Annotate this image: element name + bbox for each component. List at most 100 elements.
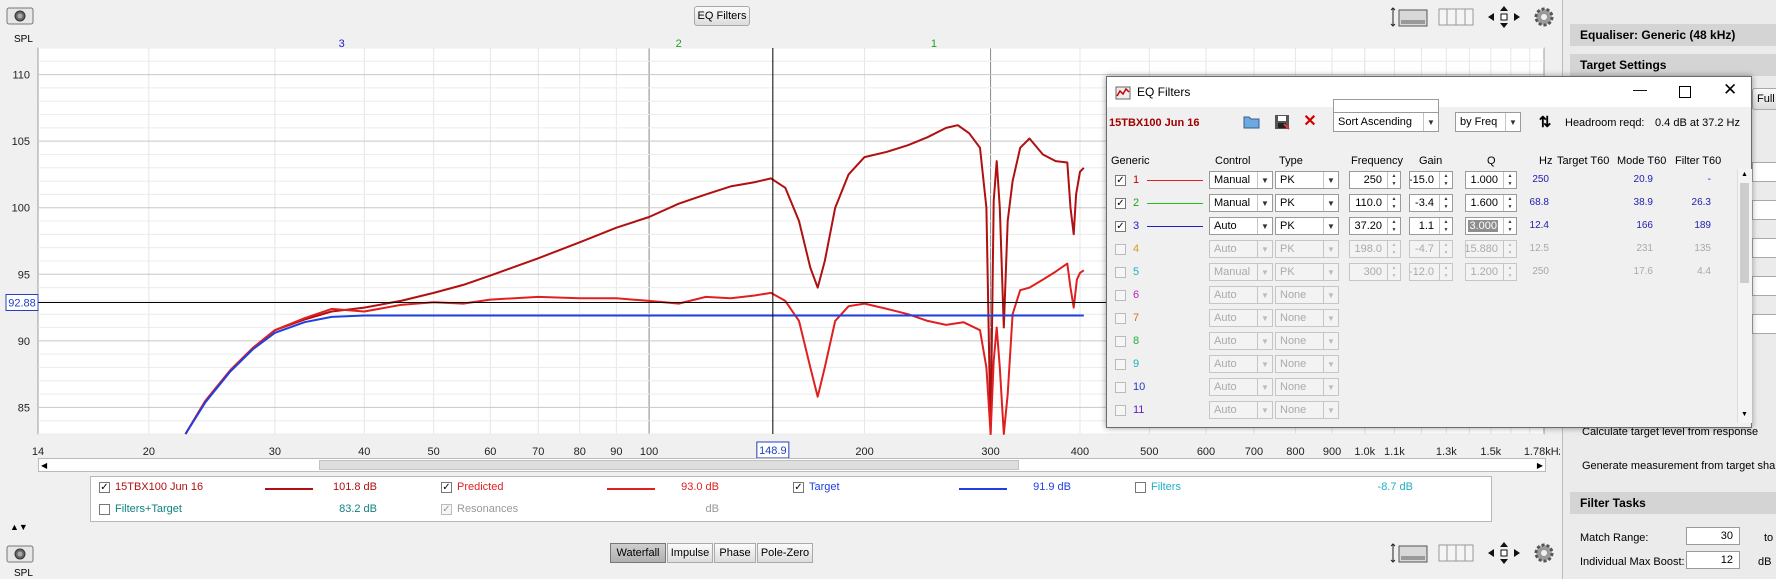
filter-frequency-input[interactable]: 110.0 ▲ ▼ (1349, 194, 1401, 212)
layout-columns-icon-bottom[interactable] (1438, 541, 1474, 565)
scroll-right-arrow[interactable]: ▶ (1537, 461, 1543, 470)
legend-checkbox[interactable] (99, 504, 110, 515)
filter-control-dropdown[interactable]: Auto ▼ (1209, 355, 1273, 373)
maximize-icon[interactable] (1679, 86, 1691, 98)
scroll-up-arrow[interactable]: ▲ (1741, 171, 1748, 178)
gear-icon[interactable] (1532, 5, 1556, 29)
sort-order-dropdown[interactable]: Sort Ascending ▼ (1333, 112, 1439, 132)
chart-horizontal-scrollbar[interactable]: ◀ ▶ (38, 458, 1546, 472)
filter-control-dropdown[interactable]: Auto ▼ (1209, 401, 1273, 419)
tab-impulse[interactable]: Impulse (667, 543, 713, 563)
right-panel-input[interactable] (1752, 162, 1776, 182)
filter-type-dropdown[interactable]: PK ▼ (1275, 217, 1339, 235)
scroll-left-arrow[interactable]: ◀ (41, 461, 47, 470)
filter-control-dropdown[interactable]: Auto ▼ (1209, 378, 1273, 396)
generate-measurement-link[interactable]: Generate measurement from target shap (1582, 460, 1776, 472)
filter-type-dropdown[interactable]: None ▼ (1275, 401, 1339, 419)
spinner-arrows-icon[interactable]: ▲ ▼ (1503, 264, 1516, 280)
tab-phase[interactable]: Phase (714, 543, 756, 563)
filter-type-dropdown[interactable]: None ▼ (1275, 355, 1339, 373)
spinner-arrows-icon[interactable]: ▲ ▼ (1439, 264, 1452, 280)
filter-frequency-input[interactable]: 37.20 ▲ ▼ (1349, 217, 1401, 235)
eq-filters-window[interactable]: EQ Filters — ✕ 15TBX100 Jun 16 ✕ Sort As… (1106, 76, 1752, 428)
minimize-icon[interactable]: — (1633, 81, 1647, 97)
layout-columns-icon[interactable] (1438, 5, 1474, 29)
filter-enable-checkbox[interactable]: ✓ (1115, 221, 1126, 232)
right-panel-input[interactable] (1752, 238, 1776, 258)
filter-type-dropdown[interactable]: PK ▼ (1275, 263, 1339, 281)
legend-checkbox[interactable]: ✓ (793, 482, 804, 493)
spinner-arrows-icon[interactable]: ▲ ▼ (1387, 241, 1400, 257)
layout-single-icon[interactable] (1390, 5, 1430, 29)
filter-q-input[interactable]: 1.000 ▲ ▼ (1465, 171, 1517, 189)
filter-tasks-header[interactable]: Filter Tasks (1570, 492, 1776, 514)
filter-enable-checkbox[interactable] (1115, 267, 1126, 278)
spinner-arrows-icon[interactable]: ▲ ▼ (1503, 195, 1516, 211)
filter-enable-checkbox[interactable]: ✓ (1115, 198, 1126, 209)
filter-type-dropdown[interactable]: None ▼ (1275, 332, 1339, 350)
target-settings-header[interactable]: Target Settings (1570, 54, 1776, 76)
filter-enable-checkbox[interactable] (1115, 313, 1126, 324)
spinner-arrows-icon[interactable]: ▲ ▼ (1387, 218, 1400, 234)
spinner-arrows-icon[interactable]: ▲ ▼ (1439, 195, 1452, 211)
scroll-down-arrow[interactable]: ▼ (1741, 411, 1748, 418)
filter-enable-checkbox[interactable]: ✓ (1115, 175, 1126, 186)
filter-q-input[interactable]: 1.200 ▲ ▼ (1465, 263, 1517, 281)
camera-icon[interactable] (5, 6, 35, 26)
spinner-arrows-icon[interactable]: ▲ ▼ (1503, 241, 1516, 257)
filter-type-dropdown[interactable]: None ▼ (1275, 378, 1339, 396)
tab-waterfall[interactable]: Waterfall (610, 543, 666, 563)
spinner-arrows-icon[interactable]: ▲ ▼ (1387, 264, 1400, 280)
filter-gain-input[interactable]: -12.0 ▲ ▼ (1409, 263, 1453, 281)
filter-control-dropdown[interactable]: Auto ▼ (1209, 332, 1273, 350)
camera-icon-bottom[interactable] (5, 544, 35, 564)
filter-type-dropdown[interactable]: PK ▼ (1275, 171, 1339, 189)
full-button[interactable]: Full (1752, 88, 1776, 110)
sort-direction-icon[interactable]: ⇅ (1537, 113, 1553, 131)
move-arrows-icon-bottom[interactable] (1486, 540, 1522, 566)
move-arrows-icon[interactable] (1486, 4, 1522, 30)
tab-pole-zero[interactable]: Pole-Zero (757, 543, 813, 563)
folder-open-icon[interactable] (1243, 113, 1261, 131)
filter-control-dropdown[interactable]: Auto ▼ (1209, 309, 1273, 327)
filter-control-dropdown[interactable]: Auto ▼ (1209, 286, 1273, 304)
scrollbar-thumb[interactable] (319, 460, 1019, 470)
filter-gain-input[interactable]: 1.1 ▲ ▼ (1409, 217, 1453, 235)
filter-gain-input[interactable]: -15.0 ▲ ▼ (1409, 171, 1453, 189)
spinner-arrows-icon[interactable]: ▲ ▼ (1439, 172, 1452, 188)
filter-control-dropdown[interactable]: Manual ▼ (1209, 263, 1273, 281)
individual-max-boost-input[interactable]: 12 (1686, 551, 1740, 569)
spinner-arrows-icon[interactable]: ▲ ▼ (1387, 195, 1400, 211)
filter-type-dropdown[interactable]: PK ▼ (1275, 194, 1339, 212)
filter-type-dropdown[interactable]: PK ▼ (1275, 240, 1339, 258)
filter-control-dropdown[interactable]: Auto ▼ (1209, 240, 1273, 258)
filter-frequency-input[interactable]: 198.0 ▲ ▼ (1349, 240, 1401, 258)
gear-icon-bottom[interactable] (1532, 541, 1556, 565)
sort-by-dropdown[interactable]: by Freq ▼ (1455, 112, 1521, 132)
filter-enable-checkbox[interactable] (1115, 290, 1126, 301)
filter-type-dropdown[interactable]: None ▼ (1275, 309, 1339, 327)
filter-gain-input[interactable]: -3.4 ▲ ▼ (1409, 194, 1453, 212)
save-icon[interactable] (1273, 113, 1291, 131)
scrollbar-thumb[interactable] (1740, 183, 1749, 283)
filter-list-scrollbar[interactable]: ▲ ▼ (1737, 169, 1752, 423)
filter-frequency-input[interactable]: 300 ▲ ▼ (1349, 263, 1401, 281)
spinner-arrows-icon[interactable]: ▲ ▼ (1503, 172, 1516, 188)
filter-gain-input[interactable]: -4.7 ▲ ▼ (1409, 240, 1453, 258)
legend-checkbox[interactable]: ✓ (99, 482, 110, 493)
delete-icon[interactable]: ✕ (1301, 112, 1319, 130)
right-panel-input[interactable] (1752, 276, 1776, 296)
right-panel-input[interactable] (1752, 200, 1776, 220)
spinner-arrows-icon[interactable]: ▲ ▼ (1439, 218, 1452, 234)
filter-q-input[interactable]: 3.000 ▲ ▼ (1465, 217, 1517, 235)
spinner-arrows-icon[interactable]: ▲ ▼ (1439, 241, 1452, 257)
eq-filters-button[interactable]: EQ Filters (694, 6, 750, 26)
filter-enable-checkbox[interactable] (1115, 382, 1126, 393)
filter-q-input[interactable]: 15.880 ▲ ▼ (1465, 240, 1517, 258)
filter-enable-checkbox[interactable] (1115, 244, 1126, 255)
legend-checkbox[interactable] (1135, 482, 1146, 493)
filter-control-dropdown[interactable]: Manual ▼ (1209, 194, 1273, 212)
match-range-input[interactable]: 30 (1686, 527, 1740, 545)
filter-enable-checkbox[interactable] (1115, 336, 1126, 347)
right-panel-input[interactable] (1752, 314, 1776, 334)
